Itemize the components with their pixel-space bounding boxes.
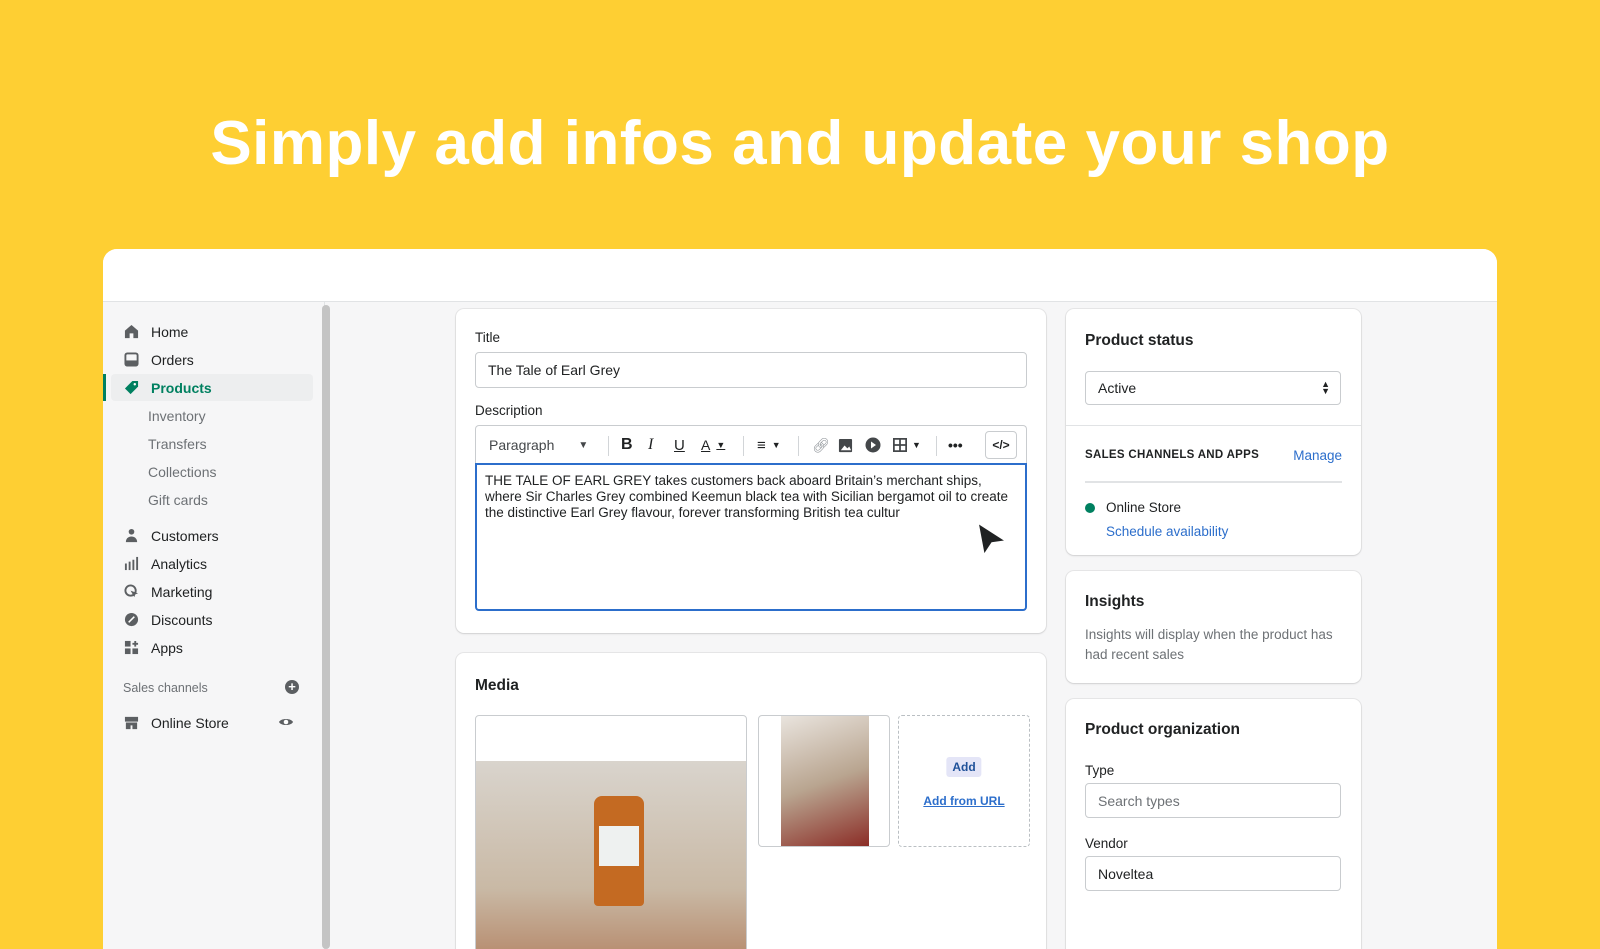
title-label: Title <box>475 330 501 345</box>
text-color-button[interactable]: A ▼ <box>701 426 725 464</box>
type-label: Type <box>1085 763 1115 778</box>
eye-icon[interactable] <box>278 714 294 735</box>
sidebar-item-label: Orders <box>151 351 194 368</box>
add-channel-icon[interactable]: + <box>285 680 299 694</box>
insights-card: Insights Insights will display when the … <box>1066 571 1361 683</box>
image-icon[interactable] <box>838 426 853 464</box>
insights-text: Insights will display when the product h… <box>1085 627 1333 662</box>
product-organization-card: Product organization Type Search types V… <box>1066 699 1361 949</box>
apps-icon <box>123 640 139 656</box>
underline-button[interactable]: U <box>674 426 685 464</box>
sidebar-item-analytics[interactable]: Analytics <box>103 550 313 577</box>
sidebar-item-label: Products <box>151 379 212 396</box>
sidebar: Home Orders Products Inventory Transfers… <box>103 302 325 949</box>
inbox-icon <box>123 352 139 368</box>
media-heading: Media <box>475 677 519 694</box>
sidebar-scrollbar[interactable] <box>322 305 330 949</box>
sidebar-item-customers[interactable]: Customers <box>103 522 313 549</box>
cursor-pointer-icon <box>976 521 1009 562</box>
sidebar-item-transfers[interactable]: Transfers <box>103 430 313 457</box>
sidebar-item-label: Customers <box>151 527 219 544</box>
target-icon <box>123 584 139 600</box>
sidebar-item-discounts[interactable]: Discounts <box>103 606 313 633</box>
sidebar-item-collections[interactable]: Collections <box>103 458 313 485</box>
sidebar-item-products[interactable]: Products <box>103 374 313 401</box>
sidebar-item-label: Online Store <box>151 714 229 731</box>
sidebar-item-label: Apps <box>151 639 183 656</box>
title-input[interactable]: The Tale of Earl Grey <box>475 352 1027 388</box>
channel-online-store: Online Store <box>1106 500 1182 515</box>
sidebar-item-label: Analytics <box>151 555 208 572</box>
description-label: Description <box>475 403 543 418</box>
sidebar-item-inventory[interactable]: Inventory <box>103 402 313 429</box>
align-button[interactable]: ≡ ▼ <box>757 426 781 464</box>
paragraph-select[interactable]: Paragraph ▼ <box>489 426 588 464</box>
media-dropzone[interactable]: Add Add from URL <box>898 715 1030 847</box>
add-from-url-link[interactable]: Add from URL <box>899 794 1029 808</box>
sidebar-item-gift-cards[interactable]: Gift cards <box>103 486 313 513</box>
more-icon[interactable]: ••• <box>948 426 963 464</box>
app-window: Home Orders Products Inventory Transfers… <box>103 249 1497 949</box>
status-heading: Product status <box>1085 332 1194 349</box>
bold-button[interactable]: B <box>621 426 633 464</box>
media-image-thumb[interactable] <box>758 715 890 847</box>
channels-heading: SALES CHANNELS AND APPS <box>1085 449 1260 461</box>
table-icon[interactable]: ▼ <box>893 426 921 464</box>
status-select[interactable]: Active ▲ ▼ <box>1085 371 1341 405</box>
editor-toolbar: Paragraph ▼ B I U A ▼ ≡ ▼ 🔗︎ ▼ ••• </> <box>475 425 1027 463</box>
add-media-button[interactable]: Add <box>946 757 982 777</box>
product-details-card: Title The Tale of Earl Grey Description … <box>456 309 1046 633</box>
headline: Simply add infos and update your shop <box>210 109 1390 178</box>
sales-channels-heading: Sales channels <box>123 681 208 695</box>
bar-chart-icon <box>123 556 139 572</box>
product-status-card: Product status Active ▲ ▼ SALES CHANNELS A… <box>1066 309 1361 555</box>
manage-link[interactable]: Manage <box>1293 448 1342 463</box>
person-icon <box>123 528 139 544</box>
type-input[interactable]: Search types <box>1085 783 1341 818</box>
vendor-label: Vendor <box>1085 836 1128 851</box>
italic-button[interactable]: I <box>648 426 653 464</box>
discount-icon <box>123 612 139 628</box>
video-icon[interactable] <box>865 426 881 464</box>
tag-icon <box>123 380 139 396</box>
sidebar-item-label: Home <box>151 323 189 340</box>
sidebar-item-marketing[interactable]: Marketing <box>103 578 313 605</box>
sidebar-item-label: Discounts <box>151 611 213 628</box>
media-card: Media Add Add from URL <box>456 653 1046 949</box>
organization-heading: Product organization <box>1085 721 1240 738</box>
sidebar-item-home[interactable]: Home <box>103 318 313 345</box>
vendor-input[interactable]: Noveltea <box>1085 856 1341 891</box>
sidebar-item-label: Marketing <box>151 583 213 600</box>
description-editor[interactable]: THE TALE OF EARL GREY takes customers ba… <box>475 463 1027 611</box>
media-image-main[interactable] <box>475 715 747 949</box>
store-icon <box>123 715 139 731</box>
status-dot-icon <box>1085 503 1095 513</box>
sidebar-item-orders[interactable]: Orders <box>103 346 313 373</box>
home-icon <box>123 324 139 340</box>
link-icon[interactable]: 🔗︎ <box>812 426 830 464</box>
insights-heading: Insights <box>1085 593 1145 610</box>
sidebar-item-apps[interactable]: Apps <box>103 634 313 661</box>
schedule-availability-link[interactable]: Schedule availability <box>1106 524 1228 539</box>
top-bar <box>103 249 1497 302</box>
code-view-button[interactable]: </> <box>985 431 1017 459</box>
